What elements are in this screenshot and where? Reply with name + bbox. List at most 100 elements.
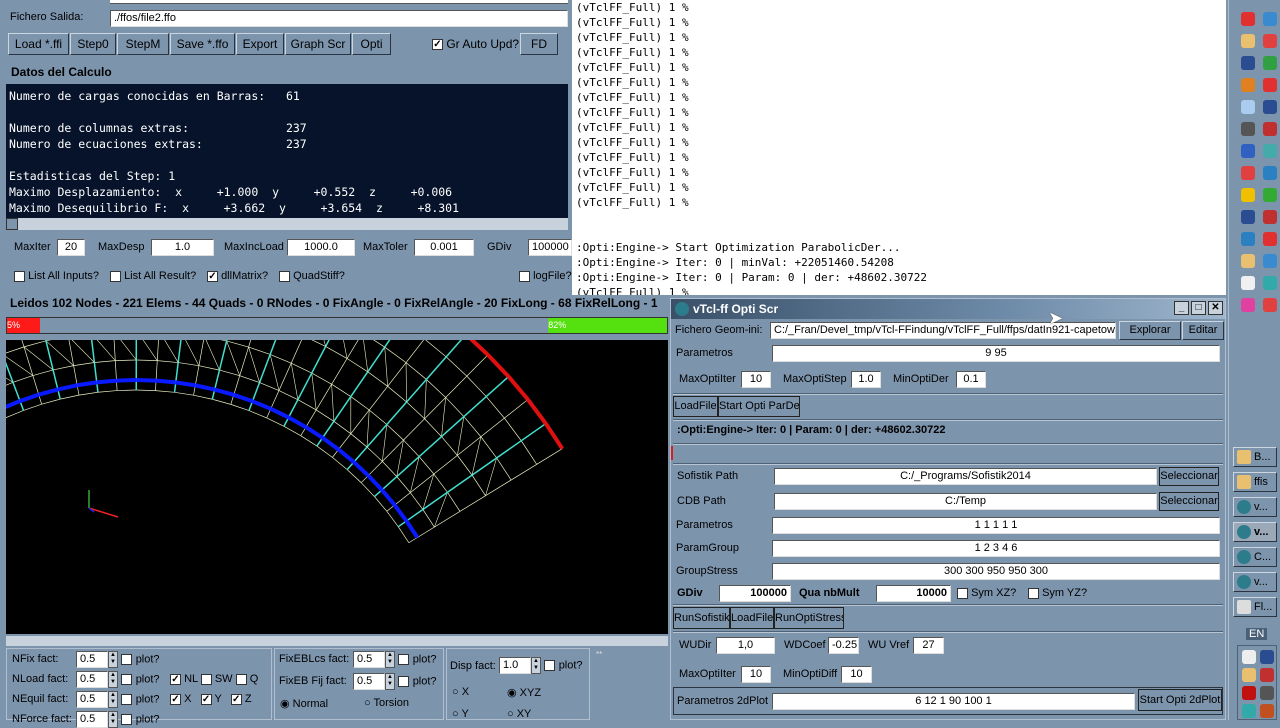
- quicklaunch-app-icon[interactable]: [1263, 188, 1277, 202]
- radio-normal[interactable]: ◉ Normal: [280, 697, 328, 710]
- quicklaunch-app-icon[interactable]: [1241, 276, 1255, 290]
- gr-auto-upd-checkbox[interactable]: ✓ Gr Auto Upd?: [432, 37, 519, 51]
- maxincload-input[interactable]: 1000.0: [287, 239, 355, 256]
- plot-checkbox[interactable]: [544, 660, 555, 671]
- spin-arrows-icon[interactable]: ▲▼: [531, 657, 541, 674]
- logfile-checkbox[interactable]: logFile?: [519, 270, 572, 282]
- quicklaunch-app-icon[interactable]: [1263, 12, 1277, 26]
- quicklaunch-app-icon[interactable]: [1263, 144, 1277, 158]
- quicklaunch-app-icon[interactable]: [1263, 254, 1277, 268]
- loadfile-button[interactable]: LoadFile: [673, 396, 718, 417]
- quicklaunch-app-icon[interactable]: [1241, 78, 1255, 92]
- quicklaunch-app-icon[interactable]: [1263, 34, 1277, 48]
- sw-checkbox[interactable]: [201, 674, 212, 685]
- runoptistress-button[interactable]: RunOptiStress: [774, 607, 844, 629]
- volume-icon[interactable]: [1260, 704, 1274, 718]
- seleccionar-cdb-button[interactable]: Seleccionar: [1159, 492, 1219, 511]
- factor-spinbox[interactable]: 0.5▲▼ plot?: [76, 671, 160, 688]
- wdcoef-input[interactable]: -0.25: [828, 637, 859, 654]
- factor-input[interactable]: 0.5: [76, 671, 108, 688]
- maxoptiiter-input[interactable]: 10: [741, 371, 771, 388]
- minimize-icon[interactable]: _: [1174, 301, 1189, 315]
- tool-icon[interactable]: [1242, 704, 1256, 718]
- fixebfij-input[interactable]: 0.5: [353, 673, 385, 690]
- factor-spinbox[interactable]: 0.5▲▼ plot?: [76, 651, 160, 668]
- close-icon[interactable]: ✕: [1208, 301, 1223, 315]
- y-checkbox[interactable]: ✓: [201, 694, 212, 705]
- maxtoler-input[interactable]: 0.001: [414, 239, 474, 256]
- qua-input[interactable]: 10000: [876, 585, 951, 602]
- horizontal-scrollbar[interactable]: [6, 218, 568, 230]
- x-checkbox[interactable]: ✓: [170, 694, 181, 705]
- plot-checkbox[interactable]: [398, 654, 409, 665]
- quadstiff-checkbox[interactable]: QuadStiff?: [279, 270, 345, 282]
- plot-checkbox[interactable]: [121, 654, 132, 665]
- maxoptistep-input[interactable]: 1.0: [851, 371, 881, 388]
- quicklaunch-app-icon[interactable]: [1241, 166, 1255, 180]
- seleccionar-sofistik-button[interactable]: Seleccionar: [1159, 467, 1219, 486]
- list-all-inputs-checkbox[interactable]: List All Inputs?: [14, 270, 99, 282]
- radio-y[interactable]: ○ Y: [452, 708, 469, 720]
- salida-input[interactable]: ./ffos/file2.ffo: [110, 10, 568, 27]
- quicklaunch-app-icon[interactable]: [1241, 232, 1255, 246]
- taskbar-item[interactable]: Fl...: [1233, 597, 1277, 617]
- console-log[interactable]: (vTclFF_Full) 1 %(vTclFF_Full) 1 %(vTclF…: [572, 0, 1226, 295]
- quicklaunch-app-icon[interactable]: [1263, 78, 1277, 92]
- z-checkbox[interactable]: ✓: [231, 694, 242, 705]
- radio-x[interactable]: ○ X: [452, 686, 469, 698]
- quicklaunch-app-icon[interactable]: [1263, 166, 1277, 180]
- gdiv-input[interactable]: 100000: [719, 585, 791, 602]
- maxiter-input[interactable]: 20: [57, 239, 85, 256]
- taskbar-item[interactable]: C...: [1233, 547, 1277, 567]
- maxoptiiter2-input[interactable]: 10: [741, 666, 771, 683]
- taskbar-item[interactable]: v...: [1233, 497, 1277, 517]
- stepm-button[interactable]: StepM: [117, 33, 169, 55]
- plot-checkbox[interactable]: [121, 694, 132, 705]
- plot-checkbox[interactable]: [398, 676, 409, 687]
- radio-xy[interactable]: ○ XY: [507, 708, 531, 720]
- network-icon[interactable]: [1260, 650, 1274, 664]
- graph-scr-button[interactable]: Graph Scr: [285, 33, 351, 55]
- parametros2-input[interactable]: 1 1 1 1 1: [772, 517, 1220, 534]
- start-opti-2dplot-button[interactable]: Start Opti 2dPlot: [1138, 689, 1222, 711]
- quicklaunch-app-icon[interactable]: [1241, 122, 1255, 136]
- fixebfij-spinbox[interactable]: 0.5▲▼ plot?: [353, 673, 437, 690]
- minoptider-input[interactable]: 0.1: [956, 371, 986, 388]
- sofistik-input[interactable]: C:/_Programs/Sofistik2014: [774, 468, 1157, 485]
- export-button[interactable]: Export: [236, 33, 284, 55]
- dllmatrix-checkbox[interactable]: ✓ dllMatrix?: [207, 270, 268, 282]
- fixeblcs-input[interactable]: 0.5: [353, 651, 385, 668]
- clock-icon[interactable]: [1242, 668, 1256, 682]
- q-checkbox[interactable]: [236, 674, 247, 685]
- quicklaunch-app-icon[interactable]: [1263, 122, 1277, 136]
- radio-xyz[interactable]: ◉ XYZ: [507, 686, 541, 699]
- viewport-scrollbar[interactable]: [6, 636, 668, 646]
- maximize-icon[interactable]: □: [1191, 301, 1206, 315]
- spin-arrows-icon[interactable]: ▲▼: [108, 651, 118, 668]
- language-indicator[interactable]: EN: [1246, 628, 1267, 640]
- network-disconnected-icon[interactable]: [1260, 668, 1274, 682]
- geom-input[interactable]: C:/_Fran/Devel_tmp/vTcl-FFindung/vTclFF_…: [770, 322, 1116, 339]
- paramgroup-input[interactable]: 1 2 3 4 6: [772, 540, 1220, 557]
- spin-arrows-icon[interactable]: ▲▼: [385, 651, 395, 668]
- groupstress-input[interactable]: 300 300 950 950 300: [772, 563, 1220, 580]
- wuvref-input[interactable]: 27: [913, 637, 944, 654]
- maxdesp-input[interactable]: 1.0: [151, 239, 214, 256]
- explorar-button[interactable]: Explorar: [1119, 321, 1181, 340]
- quicklaunch-app-icon[interactable]: [1241, 210, 1255, 224]
- factor-input[interactable]: 0.5: [76, 651, 108, 668]
- fixeblcs-spinbox[interactable]: 0.5▲▼ plot?: [353, 651, 437, 668]
- spin-arrows-icon[interactable]: ▲▼: [385, 673, 395, 690]
- opti-button[interactable]: Opti: [352, 33, 391, 55]
- symxz-checkbox[interactable]: Sym XZ?: [957, 587, 1016, 599]
- quicklaunch-app-icon[interactable]: [1241, 12, 1255, 26]
- cdb-input[interactable]: C:/Temp: [774, 493, 1157, 510]
- radio-torsion[interactable]: ○ Torsion: [364, 697, 409, 709]
- parametros-input[interactable]: 9 95: [772, 345, 1220, 362]
- quicklaunch-app-icon[interactable]: [1263, 276, 1277, 290]
- quicklaunch-app-icon[interactable]: [1241, 144, 1255, 158]
- factor-input[interactable]: 0.5: [76, 691, 108, 708]
- step0-button[interactable]: Step0: [70, 33, 116, 55]
- quicklaunch-app-icon[interactable]: [1263, 232, 1277, 246]
- start-opti-parder-button[interactable]: Start Opti ParDer: [718, 396, 800, 417]
